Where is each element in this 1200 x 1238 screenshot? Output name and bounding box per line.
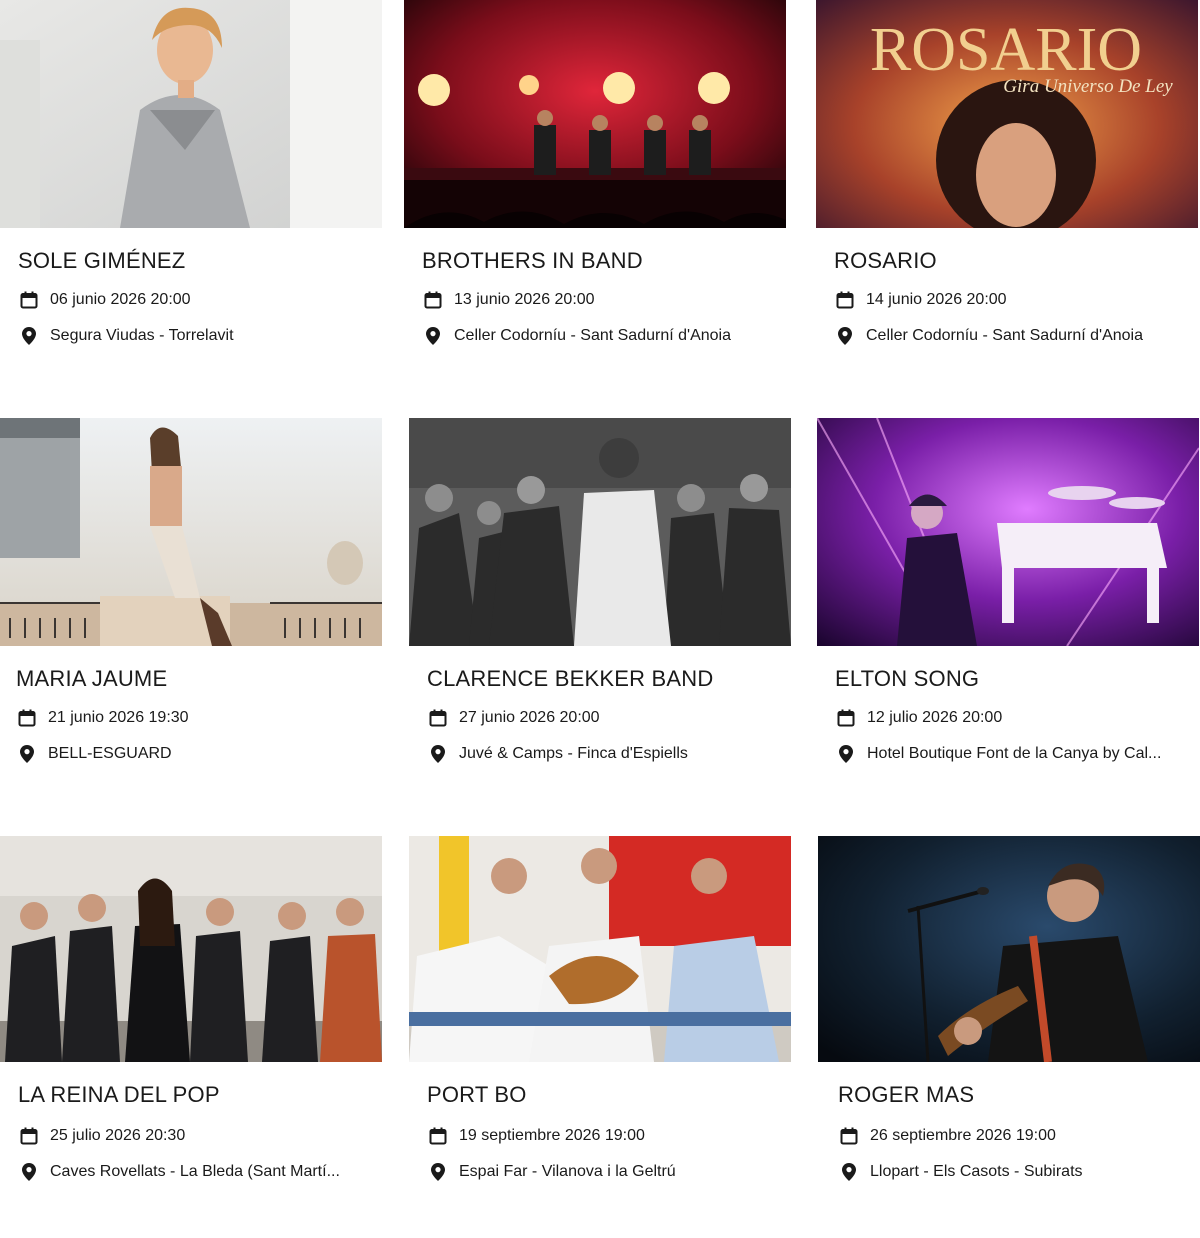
event-location: Celler Codorníu - Sant Sadurní d'Anoia (834, 326, 1143, 346)
event-date-text: 12 julio 2026 20:00 (867, 709, 1003, 726)
event-title[interactable]: ROGER MAS (838, 1082, 974, 1108)
calendar-icon (18, 1126, 40, 1146)
map-pin-icon (427, 1162, 449, 1182)
event-title[interactable]: SOLE GIMÉNEZ (18, 248, 185, 274)
event-date: 25 julio 2026 20:30 (18, 1126, 185, 1146)
event-image[interactable]: ROSARIO Gira Universo De Ley (816, 0, 1198, 228)
event-location: Hotel Boutique Font de la Canya by Cal..… (835, 744, 1161, 764)
calendar-icon (834, 290, 856, 310)
event-card-rosario[interactable]: ROSARIO Gira Universo De Ley ROSARIO 14 … (816, 0, 1198, 400)
event-date-text: 14 junio 2026 20:00 (866, 291, 1007, 308)
event-card-brothers-in-band[interactable]: BROTHERS IN BAND 13 junio 2026 20:00 Cel… (404, 0, 786, 400)
event-image[interactable] (818, 836, 1200, 1062)
event-title[interactable]: CLARENCE BEKKER BAND (427, 666, 713, 692)
event-date-text: 25 julio 2026 20:30 (50, 1127, 186, 1144)
event-location: BELL-ESGUARD (16, 744, 172, 764)
event-location-text: Caves Rovellats - La Bleda (Sant Martí..… (50, 1163, 340, 1180)
event-grid: SOLE GIMÉNEZ 06 junio 2026 20:00 Segura … (0, 0, 1200, 1238)
map-pin-icon (834, 326, 856, 346)
event-location-text: Espai Far - Vilanova i la Geltrú (459, 1163, 676, 1180)
event-date-text: 13 junio 2026 20:00 (454, 291, 595, 308)
map-pin-icon (18, 326, 40, 346)
map-pin-icon (427, 744, 449, 764)
poster-subtitle: Gira Universo De Ley (1003, 76, 1173, 97)
event-location-text: Llopart - Els Casots - Subirats (870, 1163, 1083, 1180)
event-date: 27 junio 2026 20:00 (427, 708, 600, 728)
event-card-port-bo[interactable]: PORT BO 19 septiembre 2026 19:00 Espai F… (409, 836, 791, 1236)
event-date-text: 27 junio 2026 20:00 (459, 709, 600, 726)
event-date: 13 junio 2026 20:00 (422, 290, 595, 310)
event-location-text: Juvé & Camps - Finca d'Espiells (459, 745, 688, 762)
event-title[interactable]: ELTON SONG (835, 666, 979, 692)
event-location: Caves Rovellats - La Bleda (Sant Martí..… (18, 1162, 340, 1182)
event-date: 19 septiembre 2026 19:00 (427, 1126, 645, 1146)
event-location-text: Hotel Boutique Font de la Canya by Cal..… (867, 745, 1162, 762)
event-location-text: Celler Codorníu - Sant Sadurní d'Anoia (866, 327, 1143, 344)
event-date: 26 septiembre 2026 19:00 (838, 1126, 1056, 1146)
calendar-icon (427, 708, 449, 728)
event-card-maria-jaume[interactable]: MARIA JAUME 21 junio 2026 19:30 BELL-ESG… (0, 418, 382, 818)
event-location: Juvé & Camps - Finca d'Espiells (427, 744, 688, 764)
event-title[interactable]: LA REINA DEL POP (18, 1082, 220, 1108)
event-image[interactable] (409, 418, 791, 646)
calendar-icon (427, 1126, 449, 1146)
event-card-sole-gimenez[interactable]: SOLE GIMÉNEZ 06 junio 2026 20:00 Segura … (0, 0, 382, 400)
map-pin-icon (838, 1162, 860, 1182)
event-title[interactable]: ROSARIO (834, 248, 937, 274)
map-pin-icon (18, 1162, 40, 1182)
event-image[interactable] (409, 836, 791, 1062)
map-pin-icon (422, 326, 444, 346)
event-location-text: BELL-ESGUARD (48, 745, 172, 762)
calendar-icon (835, 708, 857, 728)
calendar-icon (16, 708, 38, 728)
event-image[interactable] (817, 418, 1199, 646)
event-title[interactable]: PORT BO (427, 1082, 527, 1108)
event-location: Llopart - Els Casots - Subirats (838, 1162, 1083, 1182)
event-card-elton-song[interactable]: ELTON SONG 12 julio 2026 20:00 Hotel Bou… (817, 418, 1199, 818)
event-image[interactable] (0, 0, 382, 228)
event-date: 12 julio 2026 20:00 (835, 708, 1002, 728)
map-pin-icon (835, 744, 857, 764)
event-title[interactable]: BROTHERS IN BAND (422, 248, 643, 274)
event-image[interactable] (0, 418, 382, 646)
event-location: Celler Codorníu - Sant Sadurní d'Anoia (422, 326, 731, 346)
event-location-text: Segura Viudas - Torrelavit (50, 327, 234, 344)
event-date-text: 21 junio 2026 19:30 (48, 709, 189, 726)
event-date-text: 26 septiembre 2026 19:00 (870, 1127, 1056, 1144)
event-date-text: 06 junio 2026 20:00 (50, 291, 191, 308)
calendar-icon (18, 290, 40, 310)
event-title[interactable]: MARIA JAUME (16, 666, 167, 692)
calendar-icon (422, 290, 444, 310)
event-date-text: 19 septiembre 2026 19:00 (459, 1127, 645, 1144)
event-image[interactable] (0, 836, 382, 1062)
event-date: 14 junio 2026 20:00 (834, 290, 1007, 310)
poster-title: ROSARIO (870, 16, 1142, 84)
event-image[interactable] (404, 0, 786, 228)
event-location: Segura Viudas - Torrelavit (18, 326, 234, 346)
map-pin-icon (16, 744, 38, 764)
event-location: Espai Far - Vilanova i la Geltrú (427, 1162, 676, 1182)
event-card-clarence-bekker-band[interactable]: CLARENCE BEKKER BAND 27 junio 2026 20:00… (409, 418, 791, 818)
event-card-roger-mas[interactable]: ROGER MAS 26 septiembre 2026 19:00 Llopa… (818, 836, 1200, 1236)
event-card-la-reina-del-pop[interactable]: LA REINA DEL POP 25 julio 2026 20:30 Cav… (0, 836, 382, 1236)
calendar-icon (838, 1126, 860, 1146)
event-date: 21 junio 2026 19:30 (16, 708, 189, 728)
event-date: 06 junio 2026 20:00 (18, 290, 191, 310)
event-location-text: Celler Codorníu - Sant Sadurní d'Anoia (454, 327, 731, 344)
